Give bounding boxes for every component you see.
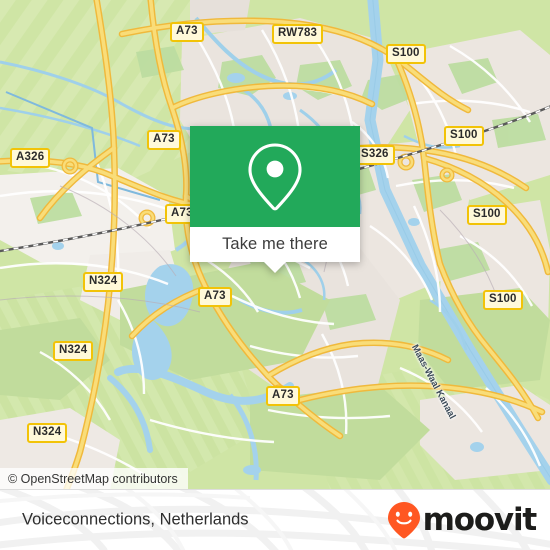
moovit-pin-smiley-icon	[387, 502, 420, 539]
map-pin-icon	[248, 142, 302, 210]
take-me-there-label: Take me there	[222, 235, 328, 253]
take-me-there-button[interactable]: Take me there	[190, 227, 360, 273]
map-attribution[interactable]: © OpenStreetMap contributors	[0, 468, 188, 490]
location-popup-card[interactable]: Take me there	[190, 126, 360, 273]
road-shield-a73: A73	[266, 386, 300, 406]
road-shield-n324: N324	[53, 341, 94, 361]
road-shield-s100: S100	[444, 126, 484, 146]
moovit-logo[interactable]: moovit	[387, 501, 538, 539]
moovit-wordmark: moovit	[422, 501, 538, 538]
road-shield-s100: S100	[483, 290, 523, 310]
road-shield-a73: A73	[170, 22, 204, 42]
road-shield-s100: S100	[467, 205, 507, 225]
footer-bar: Voiceconnections, Netherlands moovit	[0, 490, 550, 550]
road-shield-a73: A73	[198, 287, 232, 307]
road-shield-n324: N324	[83, 272, 124, 292]
road-shield-rw783: RW783	[272, 24, 324, 44]
road-shield-a73: A73	[147, 130, 181, 150]
popup-tail-pointer	[264, 262, 286, 273]
moovit-map-screenshot: A73 RW783 S100 A73 S100 A326 S326 A73 S100 N324 A7…	[0, 0, 550, 550]
page-title: Voiceconnections, Netherlands	[22, 510, 249, 529]
popup-header	[190, 126, 360, 227]
road-shield-a326: A326	[10, 148, 51, 168]
road-shield-n324: N324	[27, 423, 68, 443]
road-shield-s326: S326	[355, 145, 395, 165]
road-shield-s100: S100	[386, 44, 426, 64]
map-canvas[interactable]: A73 RW783 S100 A73 S100 A326 S326 A73 S100 N324 A7…	[0, 0, 550, 490]
